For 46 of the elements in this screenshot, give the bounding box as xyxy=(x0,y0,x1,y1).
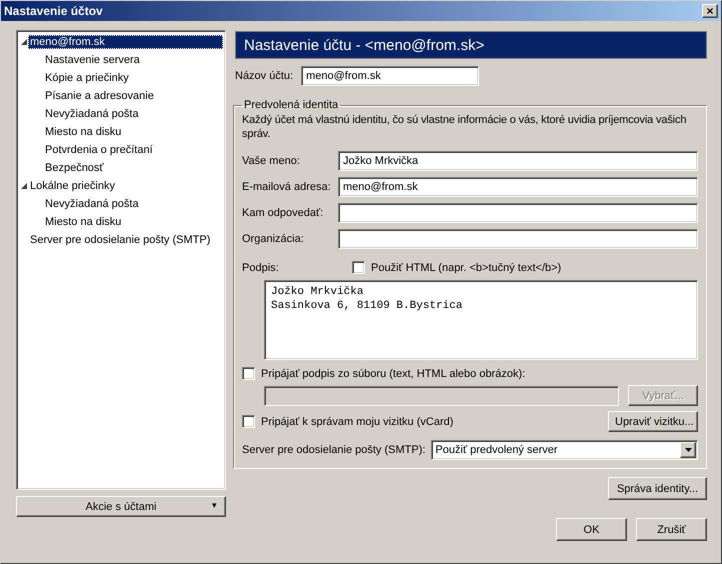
field-label: Organizácia: xyxy=(242,233,305,245)
input-field[interactable] xyxy=(338,203,698,223)
expanded-triangle-icon[interactable] xyxy=(21,39,27,45)
checkbox[interactable] xyxy=(352,261,365,274)
checkbox-label[interactable]: Použiť HTML (napr. <b>tučný text</b>) xyxy=(371,262,562,274)
tree-item[interactable]: Miesto na disku xyxy=(43,125,124,139)
tree-item[interactable]: Nevyžiadaná pošta xyxy=(43,197,141,211)
tree-item[interactable]: Nastavenie servera xyxy=(43,53,142,67)
field-label: Názov účtu: xyxy=(235,70,294,82)
checkbox-label[interactable]: Pripájať k správam moju vizitku (vCard) xyxy=(261,416,454,428)
tree-item[interactable]: Server pre odosielanie pošty (SMTP) xyxy=(28,233,212,247)
field-label: Podpis: xyxy=(242,262,280,274)
field-label: Vaše meno: xyxy=(242,155,301,167)
description-text: Každý účet má vlastnú identitu, čo sú vlastne informácie o vás, ktoré uvidia príjemcovia vašich správ. xyxy=(242,113,688,141)
account-name-field[interactable]: meno@from.sk xyxy=(301,66,480,86)
expanded-triangle-icon[interactable] xyxy=(21,183,27,189)
field-label: E-mailová adresa: xyxy=(242,181,330,193)
signature-line: Sasinkova 6, 81109 B.Bystrica xyxy=(271,299,464,313)
dialog-button[interactable]: Zrušiť xyxy=(636,518,707,541)
input-field[interactable]: meno@from.sk xyxy=(338,177,698,197)
tree-item[interactable]: Kópie a priečinky xyxy=(43,71,131,85)
checkbox[interactable] xyxy=(242,415,255,428)
field-label: Kam odpovedať: xyxy=(242,207,324,219)
page-header: Nastavenie účtu - <meno@from.sk> xyxy=(235,31,707,59)
input-field[interactable] xyxy=(338,229,698,249)
tree-item[interactable]: Bezpečnosť xyxy=(43,161,106,175)
tree-item[interactable]: Nevyžiadaná pošta xyxy=(43,107,141,121)
checkbox-label[interactable]: Pripájať podpis zo súboru (text, HTML alebo obrázok): xyxy=(261,368,526,380)
manage-identities-button[interactable]: Správa identity... xyxy=(608,477,707,500)
checkbox[interactable] xyxy=(242,367,255,380)
signature-line: Jožko Mrkvička xyxy=(271,285,364,299)
window-title: Nastavenie účtov xyxy=(4,4,103,18)
account-actions-button[interactable]: Akcie s účtami ▾ xyxy=(16,496,226,517)
tree-item[interactable]: Miesto na disku xyxy=(43,215,124,229)
smtp-server-dropdown[interactable]: Použiť predvolený server xyxy=(431,440,698,460)
close-button[interactable]: × xyxy=(702,4,718,18)
dialog-button[interactable]: OK xyxy=(556,518,627,541)
edit-vcard-button[interactable]: Upraviť vizitku... xyxy=(608,411,698,432)
signature-text-area[interactable]: Jožko Mrkvička Sasinkova 6, 81109 B.Bystrica xyxy=(264,280,698,360)
tree-item[interactable]: meno@from.sk xyxy=(28,35,223,49)
tree-item[interactable]: Lokálne priečinky xyxy=(28,179,117,193)
tree-item[interactable]: Potvrdenia o prečítaní xyxy=(43,143,155,157)
input-field[interactable]: Jožko Mrkvička xyxy=(338,151,698,171)
field-label: Server pre odosielanie pošty (SMTP): xyxy=(242,444,426,456)
tree-item[interactable]: Písanie a adresovanie xyxy=(43,89,156,103)
group-legend: Predvolená identita xyxy=(242,99,340,111)
